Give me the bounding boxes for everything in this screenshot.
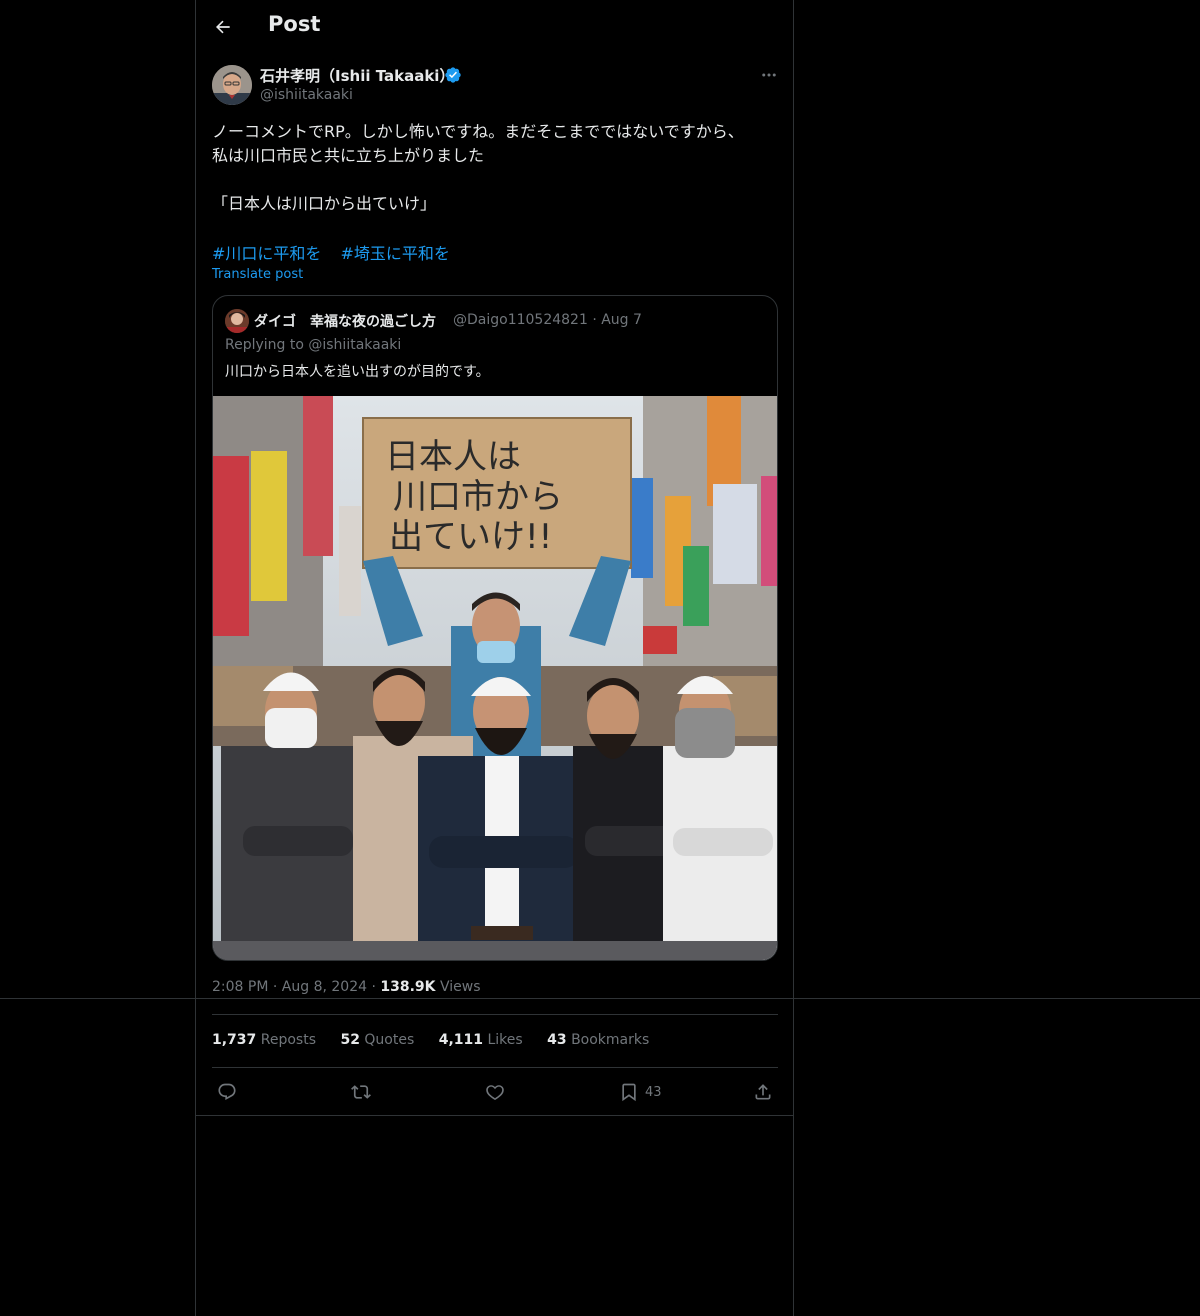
hashtag-link[interactable]: #埼玉に平和を	[341, 244, 450, 263]
quotes-count: 52	[340, 1032, 360, 1048]
share-icon	[755, 1084, 771, 1100]
heart-icon	[486, 1085, 504, 1101]
likes-stat[interactable]: 4,111 Likes	[439, 1032, 523, 1048]
quote-replying-to: Replying to @ishiitakaaki	[225, 337, 402, 353]
reposts-label: Reposts	[260, 1032, 316, 1048]
avatar[interactable]	[212, 65, 252, 105]
separator-dot: ·	[592, 312, 602, 328]
tweet-text: ノーコメントでRP。しかし怖いですね。まだそこまでではないですから、 私は川口市…	[212, 120, 778, 216]
quote-meta: @Daigo110524821 · Aug 7	[453, 312, 642, 328]
quote-image[interactable]: 日本人は 川口市から 出ていけ!!	[213, 396, 777, 960]
bookmarks-label: Bookmarks	[571, 1032, 650, 1048]
reply-icon	[218, 1083, 236, 1101]
back-button[interactable]	[210, 14, 236, 40]
post-timestamp: 2:08 PM · Aug 8, 2024 · 138.9K Views	[212, 979, 481, 995]
reply-button[interactable]	[217, 1080, 237, 1104]
bookmarks-stat[interactable]: 43 Bookmarks	[547, 1032, 649, 1048]
quoted-post-card[interactable]: ダイゴ 幸福な夜の過ごし方 @Daigo110524821 · Aug 7 Re…	[212, 295, 778, 961]
quote-avatar[interactable]	[225, 309, 249, 333]
author-handle[interactable]: @ishiitakaaki	[260, 87, 353, 103]
reposts-stat[interactable]: 1,737 Reposts	[212, 1032, 316, 1048]
more-options-button[interactable]	[756, 64, 782, 86]
verified-badge-icon	[445, 67, 461, 83]
post-time[interactable]: 2:08 PM	[212, 979, 268, 995]
share-button[interactable]	[753, 1080, 773, 1104]
quote-text: 川口から日本人を追い出すのが目的です。	[225, 364, 490, 380]
separator-dot: ·	[272, 979, 282, 995]
repost-button[interactable]	[351, 1080, 371, 1104]
quote-author-handle[interactable]: @Daigo110524821	[453, 312, 588, 328]
tweet-line: ノーコメントでRP。しかし怖いですね。まだそこまでではないですから、	[212, 122, 744, 141]
divider	[212, 1067, 778, 1068]
quote-author-name[interactable]: ダイゴ 幸福な夜の過ごし方	[254, 311, 436, 331]
arrow-left-icon	[216, 20, 230, 34]
translate-post-link[interactable]: Translate post	[212, 267, 303, 282]
bookmark-button[interactable]: 43	[619, 1080, 662, 1104]
repost-icon	[351, 1085, 371, 1099]
quotes-stat[interactable]: 52 Quotes	[340, 1032, 414, 1048]
hashtag-link[interactable]: #川口に平和を	[212, 244, 321, 263]
author-name[interactable]: 石井孝明（Ishii Takaaki）	[260, 65, 454, 86]
tweet-line: 私は川口市民と共に立ち上がりました	[212, 146, 485, 165]
bookmarks-count: 43	[547, 1032, 567, 1048]
main-column: Post 石井孝明（Ishii Takaaki） @ishiitakaaki ノ…	[195, 0, 794, 1316]
likes-count: 4,111	[438, 1032, 483, 1048]
likes-label: Likes	[487, 1032, 523, 1048]
tweet-line: 「日本人は川口から出ていけ」	[212, 194, 437, 213]
bookmark-icon	[622, 1083, 636, 1102]
post-date[interactable]: Aug 8, 2024	[282, 979, 367, 995]
views-count: 138.9K	[380, 979, 436, 995]
engagement-stats: 1,737 Reposts 52 Quotes 4,111 Likes 43 B…	[212, 1032, 669, 1048]
page-header: Post	[196, 0, 793, 54]
more-dots-icon	[762, 73, 776, 77]
hashtag-list: #川口に平和を #埼玉に平和を	[212, 240, 464, 264]
divider	[196, 1115, 793, 1116]
divider	[212, 1014, 778, 1015]
views-label: Views	[439, 979, 481, 995]
sign-text-line: 日本人は	[385, 437, 521, 477]
quote-date[interactable]: Aug 7	[601, 312, 642, 328]
bookmark-count: 43	[645, 1084, 662, 1100]
reposts-count: 1,737	[212, 1032, 257, 1048]
sign-text-line: 川口市から	[393, 477, 563, 517]
quotes-label: Quotes	[364, 1032, 415, 1048]
like-button[interactable]	[485, 1080, 505, 1104]
sign-text-line: 出ていけ!!	[389, 517, 552, 557]
page-title: Post	[268, 12, 321, 36]
